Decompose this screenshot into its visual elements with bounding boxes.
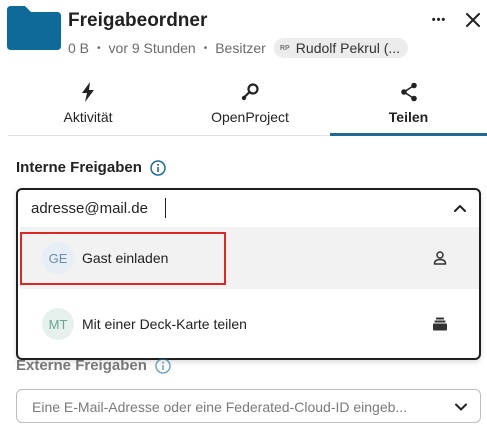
owner-chip[interactable]: RP Rudolf Pekrul (... — [273, 38, 409, 58]
modified-time: vor 9 Stunden — [108, 40, 196, 56]
more-actions-button[interactable]: ••• — [427, 8, 451, 32]
deck-icon — [433, 317, 447, 331]
chevron-up-icon[interactable] — [452, 200, 468, 216]
owner-avatar: RP — [279, 44, 290, 52]
info-icon[interactable] — [150, 159, 166, 176]
tab-share-label: Teilen — [388, 109, 429, 125]
more-icon: ••• — [431, 14, 447, 26]
openproject-icon — [241, 83, 259, 101]
owner-label: Besitzer — [215, 40, 266, 56]
text-caret — [165, 198, 166, 218]
external-share-placeholder: Eine E-Mail-Adresse oder eine Federated-… — [32, 399, 408, 415]
internal-shares-title: Interne Freigaben — [16, 159, 166, 176]
option-share-deck-card[interactable]: MT Mit einer Deck-Karte teilen — [20, 293, 479, 355]
info-icon[interactable] — [155, 357, 171, 374]
user-icon — [433, 251, 447, 265]
share-icon — [400, 82, 417, 102]
file-size: 0 B — [68, 40, 90, 56]
sidebar-header: Freigabeordner 0 B • vor 9 Stunden • Bes… — [0, 0, 487, 70]
folder-icon — [7, 6, 61, 50]
option-label: Mit einer Deck-Karte teilen — [82, 316, 247, 332]
close-button[interactable] — [461, 8, 485, 32]
option-label: Gast einladen — [82, 250, 169, 266]
close-icon — [466, 13, 480, 27]
external-share-input[interactable]: Eine E-Mail-Adresse oder eine Federated-… — [16, 389, 481, 423]
external-shares-label: Externe Freigaben — [16, 357, 147, 374]
avatar: MT — [42, 308, 74, 340]
file-title: Freigabeordner — [68, 10, 208, 31]
lightning-icon — [82, 82, 94, 102]
file-meta: 0 B • vor 9 Stunden • Besitzer RP Rudolf… — [68, 38, 409, 58]
tab-openproject[interactable]: OpenProject — [202, 76, 298, 136]
tab-openproject-label: OpenProject — [211, 109, 289, 125]
internal-shares-label: Interne Freigaben — [16, 159, 142, 176]
separator-dot: • — [97, 42, 101, 54]
share-search-input[interactable]: adresse@mail.de — [31, 200, 148, 217]
sidebar-tabs: Aktivität OpenProject Teilen — [8, 76, 487, 136]
separator-dot: • — [203, 42, 208, 54]
internal-share-combobox[interactable]: adresse@mail.de GE Gast einladen MT Mit … — [16, 188, 481, 360]
external-shares-title: Externe Freigaben — [16, 357, 171, 374]
tab-activity[interactable]: Aktivität — [48, 76, 128, 136]
tab-share[interactable]: Teilen — [330, 76, 487, 136]
chevron-down-icon[interactable] — [453, 399, 469, 415]
owner-name: Rudolf Pekrul (... — [295, 40, 401, 56]
avatar: GE — [42, 242, 74, 274]
tab-activity-label: Aktivität — [63, 109, 113, 125]
option-invite-guest[interactable]: GE Gast einladen — [20, 227, 479, 289]
